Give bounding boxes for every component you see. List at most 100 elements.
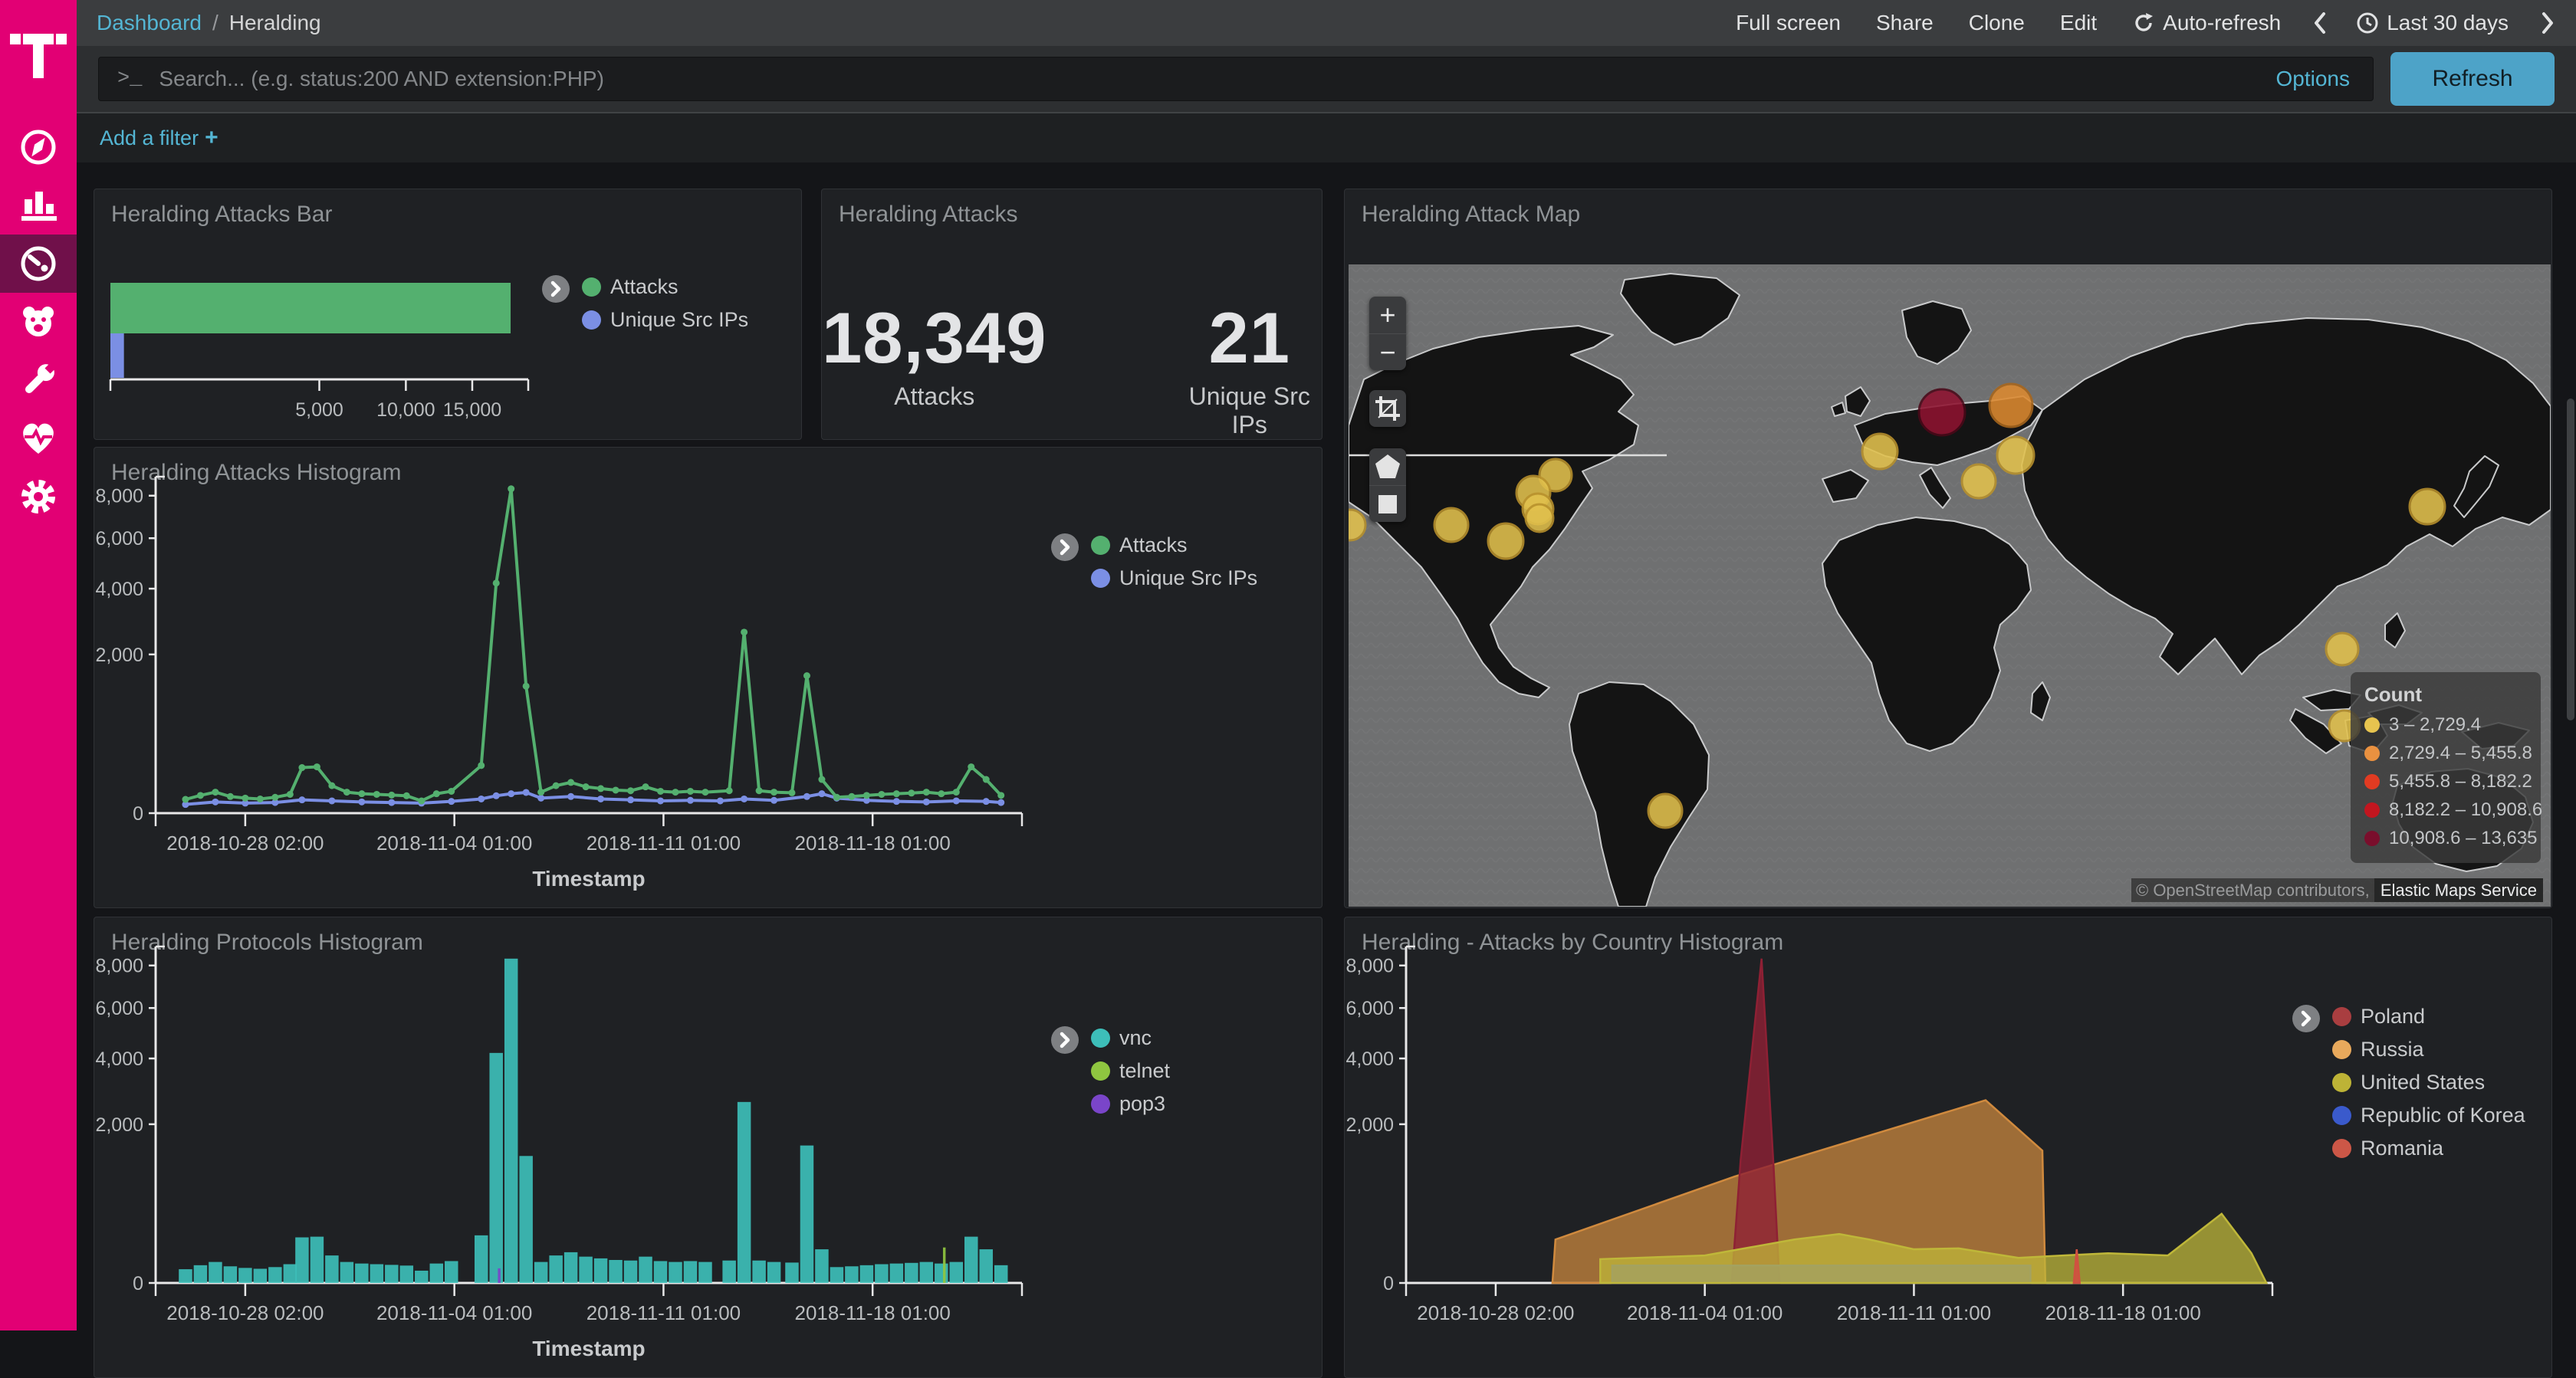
sidebar-item-management[interactable]: [0, 468, 77, 526]
legend-item[interactable]: Poland: [2332, 1005, 2525, 1029]
legend-color-dot: [2364, 717, 2380, 733]
attack-location-marker[interactable]: [1488, 523, 1523, 559]
legend-item[interactable]: Attacks: [582, 275, 748, 299]
panel-title: Heralding Attacks: [839, 202, 1017, 228]
panel-attacks-by-country-histogram: Heralding - Attacks by Country Histogram…: [1344, 917, 2552, 1378]
legend-range-label: 5,455.8 – 8,182.2: [2389, 771, 2532, 792]
breadcrumb-dashboard[interactable]: Dashboard: [97, 11, 202, 35]
query-prompt-icon: >_: [117, 67, 142, 90]
svg-text:Timestamp: Timestamp: [532, 867, 645, 891]
legend-expand-button[interactable]: [2292, 1005, 2320, 1032]
map-draw-rectangle-button[interactable]: [1369, 485, 1406, 522]
clone-button[interactable]: Clone: [1969, 11, 2025, 35]
sidebar-item-apm[interactable]: [0, 293, 77, 351]
svg-text:2018-11-04 01:00: 2018-11-04 01:00: [1627, 1301, 1783, 1324]
legend-item[interactable]: pop3: [1091, 1092, 1170, 1116]
legend-label: vnc: [1119, 1026, 1152, 1050]
attack-location-marker[interactable]: [1526, 504, 1553, 532]
svg-text:8,000: 8,000: [95, 956, 143, 977]
dashboard-gauge-icon: [14, 239, 63, 288]
legend-label: Russia: [2361, 1038, 2424, 1061]
panel-heralding-attacks-bar: Heralding Attacks Bar 5,00010,00015,000 …: [94, 189, 802, 440]
svg-text:0: 0: [133, 803, 143, 825]
map-draw-polygon-button[interactable]: [1369, 448, 1406, 485]
plus-icon: +: [205, 125, 219, 150]
time-range-picker[interactable]: Last 30 days: [2356, 11, 2509, 35]
osm-attribution[interactable]: © OpenStreetMap contributors,: [2131, 878, 2374, 902]
sidebar-item-monitoring[interactable]: [0, 409, 77, 468]
legend-color-dot: [2332, 1040, 2351, 1059]
legend-range-label: 3 – 2,729.4: [2389, 714, 2481, 736]
legend-item[interactable]: Romania: [2332, 1137, 2525, 1160]
attacks-histogram-chart[interactable]: 02,0004,0006,0008,0002018-10-28 02:00201…: [94, 448, 1322, 907]
attack-location-marker[interactable]: [1434, 508, 1468, 542]
time-range-back-button[interactable]: [2312, 10, 2328, 36]
legend-color-dot: [2332, 1007, 2351, 1026]
attack-location-marker[interactable]: [1990, 384, 2032, 427]
search-box: >_ Options: [98, 57, 2374, 101]
share-button[interactable]: Share: [1876, 11, 1934, 35]
legend-label: Republic of Korea: [2361, 1104, 2525, 1127]
legend-expand-button[interactable]: [542, 275, 570, 303]
sidebar-item-visualize[interactable]: [0, 176, 77, 235]
legend-color-dot: [1091, 1029, 1110, 1048]
sidebar-item-discover[interactable]: [0, 118, 77, 176]
legend-expand-button[interactable]: [1051, 1026, 1079, 1054]
add-filter-link[interactable]: Add a filter+: [100, 125, 219, 151]
ems-attribution[interactable]: Elastic Maps Service: [2374, 878, 2543, 902]
legend-item[interactable]: Unique Src IPs: [1091, 566, 1257, 590]
legend-label: pop3: [1119, 1092, 1165, 1116]
attack-location-marker[interactable]: [1648, 794, 1682, 828]
svg-text:6,000: 6,000: [95, 528, 143, 550]
attack-location-marker[interactable]: [1919, 389, 1965, 435]
legend-range-label: 2,729.4 – 5,455.8: [2389, 743, 2532, 764]
attack-location-marker[interactable]: [2410, 489, 2445, 524]
map-zoom-in-button[interactable]: +: [1369, 297, 1406, 333]
page-scrollbar[interactable]: [2567, 399, 2574, 720]
attack-location-marker[interactable]: [1962, 464, 1996, 498]
telekom-t-logo[interactable]: [0, 0, 77, 100]
legend-item[interactable]: telnet: [1091, 1059, 1170, 1083]
edit-button[interactable]: Edit: [2060, 11, 2097, 35]
attack-location-marker[interactable]: [1862, 434, 1898, 469]
svg-text:0: 0: [133, 1273, 143, 1294]
svg-text:2018-11-18 01:00: 2018-11-18 01:00: [794, 832, 950, 855]
map-legend-title: Count: [2364, 683, 2527, 707]
legend-item[interactable]: Republic of Korea: [2332, 1104, 2525, 1127]
chevron-left-icon: [2312, 10, 2328, 36]
legend-item[interactable]: Unique Src IPs: [582, 308, 748, 332]
full-screen-button[interactable]: Full screen: [1736, 11, 1841, 35]
map-zoom-out-button[interactable]: −: [1369, 333, 1406, 370]
sidebar-item-dev-tools[interactable]: [0, 351, 77, 409]
chevron-right-icon: [1052, 1027, 1078, 1053]
protocols-histogram-chart[interactable]: 02,0004,0006,0008,0002018-10-28 02:00201…: [94, 917, 1322, 1377]
panel-heralding-attacks-metric: Heralding Attacks 18,349 Attacks 21 Uniq…: [821, 189, 1322, 440]
svg-text:2018-11-11 01:00: 2018-11-11 01:00: [586, 1301, 741, 1324]
attack-location-marker[interactable]: [2326, 633, 2358, 665]
sidebar-item-dashboard[interactable]: [0, 235, 77, 293]
svg-text:6,000: 6,000: [1346, 998, 1394, 1019]
svg-text:4,000: 4,000: [1346, 1048, 1394, 1070]
legend-range-label: 10,908.6 – 13,635: [2389, 828, 2538, 849]
chevron-right-icon: [1052, 534, 1078, 560]
time-range-forward-button[interactable]: [2539, 10, 2556, 36]
svg-text:2,000: 2,000: [1346, 1114, 1394, 1136]
metric-unique-src-ips: 21 Unique Src IPs: [1178, 297, 1322, 439]
legend-item[interactable]: United States: [2332, 1071, 2525, 1094]
attack-location-marker[interactable]: [1997, 437, 2034, 474]
legend-expand-button[interactable]: [1051, 533, 1079, 561]
map-fit-bounds-button[interactable]: [1369, 390, 1406, 427]
refresh-button[interactable]: Refresh: [2390, 52, 2555, 106]
legend-item[interactable]: Attacks: [1091, 533, 1257, 557]
svg-text:Timestamp: Timestamp: [532, 1337, 645, 1360]
chevron-right-icon: [543, 276, 569, 302]
legend-item[interactable]: Russia: [2332, 1038, 2525, 1061]
query-options-link[interactable]: Options: [2276, 67, 2351, 91]
auto-refresh-button[interactable]: Auto-refresh: [2132, 11, 2281, 35]
svg-text:10,000: 10,000: [376, 399, 435, 421]
search-input[interactable]: [157, 66, 2260, 92]
world-map[interactable]: + − Cou: [1349, 264, 2551, 907]
legend-item[interactable]: vnc: [1091, 1026, 1170, 1050]
legend-label: Unique Src IPs: [1119, 566, 1257, 590]
crop-icon: [1372, 393, 1403, 424]
